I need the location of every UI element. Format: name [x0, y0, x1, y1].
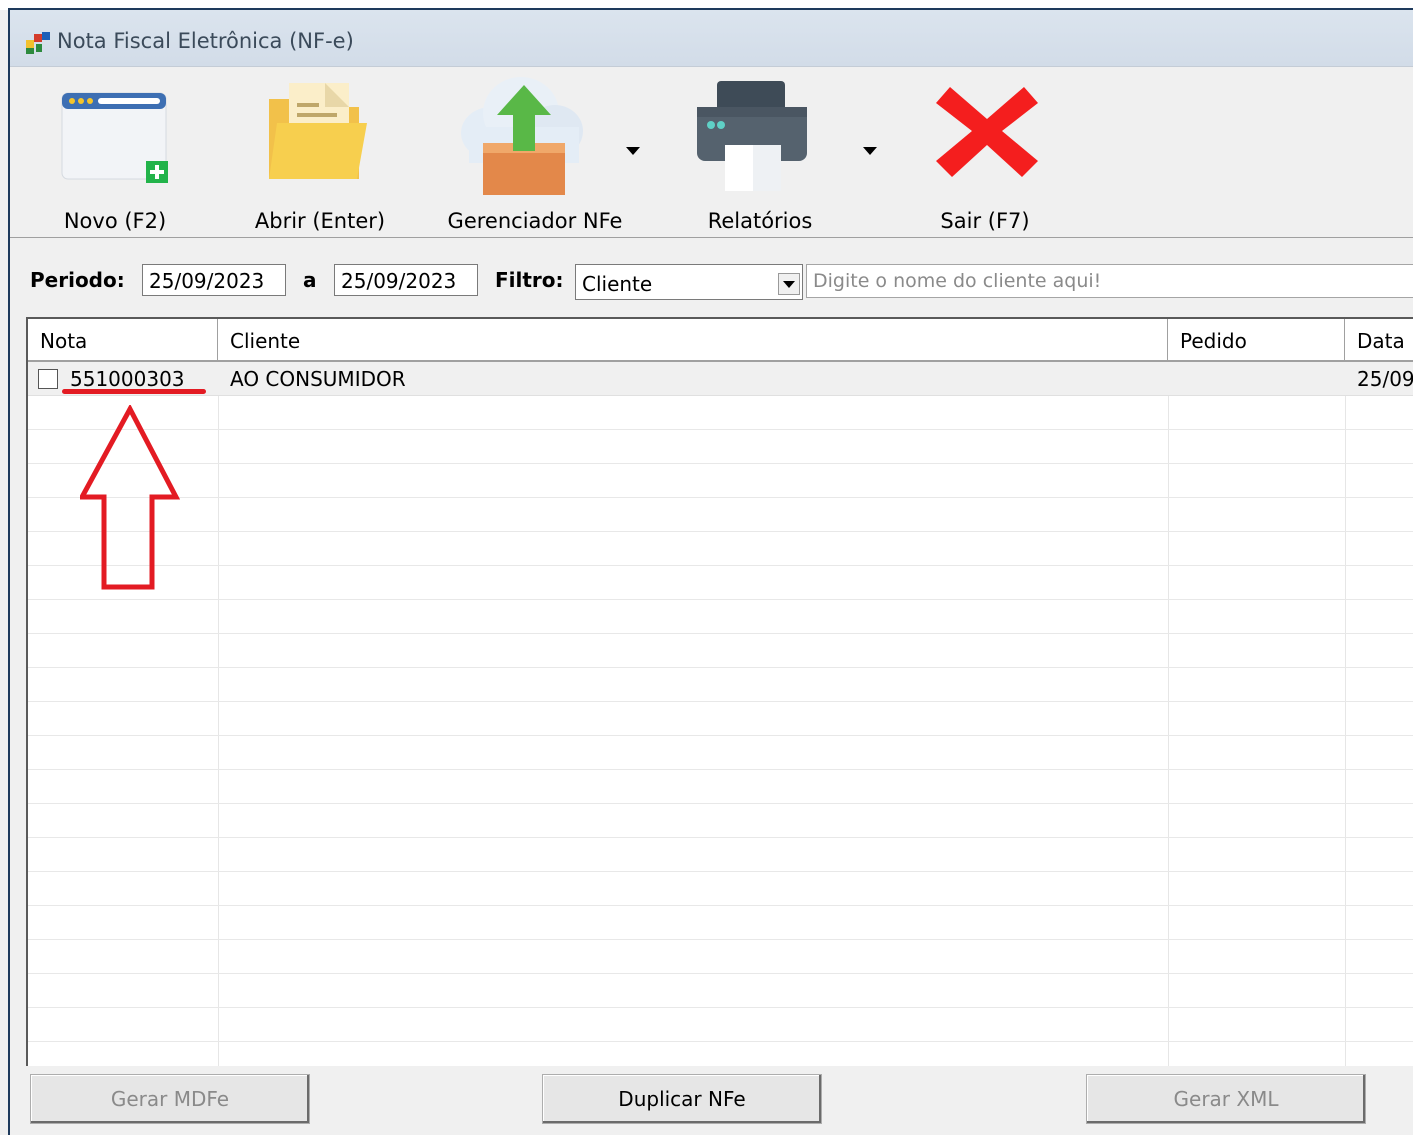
window: Nota Fiscal Eletrônica (NF-e) Novo (F2)	[0, 0, 1413, 1135]
empty-row	[28, 736, 1413, 770]
table-row[interactable]: 551000303 AO CONSUMIDOR 25/09	[28, 362, 1413, 396]
empty-row	[28, 1042, 1413, 1067]
empty-row	[28, 770, 1413, 804]
annotation-underline	[62, 389, 206, 394]
novo-button[interactable]: Novo (F2)	[50, 67, 180, 237]
empty-row	[28, 872, 1413, 906]
printer-icon	[697, 81, 807, 191]
empty-row	[28, 396, 1413, 430]
empty-row	[28, 974, 1413, 1008]
relatorios-label: Relatórios	[707, 209, 813, 233]
red-x-icon	[936, 87, 1038, 177]
footer-bar: Gerar MDFe Duplicar NFe Gerar XML	[10, 1066, 1413, 1135]
relatorios-button[interactable]: Relatórios	[675, 67, 877, 237]
column-header-cliente[interactable]: Cliente	[218, 319, 1168, 360]
gerar-xml-button[interactable]: Gerar XML	[1086, 1074, 1366, 1124]
abrir-button[interactable]: Abrir (Enter)	[245, 67, 395, 237]
notes-grid: Nota Cliente Pedido Data 551000303 AO CO…	[26, 317, 1413, 1067]
sair-button[interactable]: Sair (F7)	[920, 67, 1050, 237]
periodo-label: Periodo:	[30, 268, 125, 292]
filtro-select-value: Cliente	[582, 272, 653, 296]
empty-row	[28, 498, 1413, 532]
chevron-down-icon	[783, 281, 795, 288]
relatorios-dropdown-arrow-icon[interactable]	[863, 147, 877, 155]
toolbar: Novo (F2) Abrir (Enter) Gerenciador NFe …	[10, 67, 1413, 238]
date-to-field[interactable]: 25/09/2023	[334, 264, 478, 296]
empty-row	[28, 532, 1413, 566]
folder-icon	[269, 83, 367, 179]
empty-row	[28, 702, 1413, 736]
empty-row	[28, 600, 1413, 634]
empty-row	[28, 464, 1413, 498]
empty-row	[28, 634, 1413, 668]
filtro-select[interactable]: Cliente	[575, 264, 803, 300]
abrir-label: Abrir (Enter)	[254, 209, 386, 233]
empty-row	[28, 1008, 1413, 1042]
novo-label: Novo (F2)	[63, 209, 167, 233]
empty-row	[28, 838, 1413, 872]
search-input[interactable]	[807, 265, 1413, 297]
filtro-label: Filtro:	[495, 268, 564, 292]
gerenciador-label: Gerenciador NFe	[447, 209, 623, 233]
date-from-field[interactable]: 25/09/2023	[142, 264, 286, 296]
title-bar[interactable]: Nota Fiscal Eletrônica (NF-e)	[10, 10, 1413, 67]
app-icon	[26, 32, 50, 54]
new-window-icon	[61, 92, 168, 183]
empty-row	[28, 430, 1413, 464]
window-title: Nota Fiscal Eletrônica (NF-e)	[57, 29, 354, 53]
column-header-nota[interactable]: Nota	[28, 319, 218, 360]
empty-row	[28, 940, 1413, 974]
filtro-select-button[interactable]	[778, 273, 800, 295]
empty-row	[28, 804, 1413, 838]
grid-body: 551000303 AO CONSUMIDOR 25/09	[28, 362, 1413, 1067]
empty-row	[28, 566, 1413, 600]
a-label: a	[303, 268, 317, 292]
annotation-up-arrow-icon	[80, 405, 180, 590]
cell-cliente: AO CONSUMIDOR	[230, 367, 406, 391]
gerenciador-dropdown-arrow-icon[interactable]	[626, 147, 640, 155]
gerar-mdfe-button[interactable]: Gerar MDFe	[30, 1074, 310, 1124]
gerenciador-nfe-button[interactable]: Gerenciador NFe	[430, 67, 640, 237]
cell-pedido	[1180, 362, 1340, 396]
cloud-upload-icon	[461, 77, 583, 195]
sair-label: Sair (F7)	[940, 209, 1030, 233]
empty-row	[28, 906, 1413, 940]
row-checkbox[interactable]	[38, 369, 58, 389]
empty-row	[28, 668, 1413, 702]
cell-data: 25/09	[1357, 367, 1413, 391]
grid-header: Nota Cliente Pedido Data	[28, 319, 1413, 362]
column-header-pedido[interactable]: Pedido	[1168, 319, 1345, 360]
duplicar-nfe-button[interactable]: Duplicar NFe	[542, 1074, 822, 1124]
filter-bar: Periodo: 25/09/2023 a 25/09/2023 Filtro:…	[10, 238, 1413, 312]
search-field-container	[806, 264, 1413, 298]
column-header-data[interactable]: Data	[1345, 319, 1413, 360]
